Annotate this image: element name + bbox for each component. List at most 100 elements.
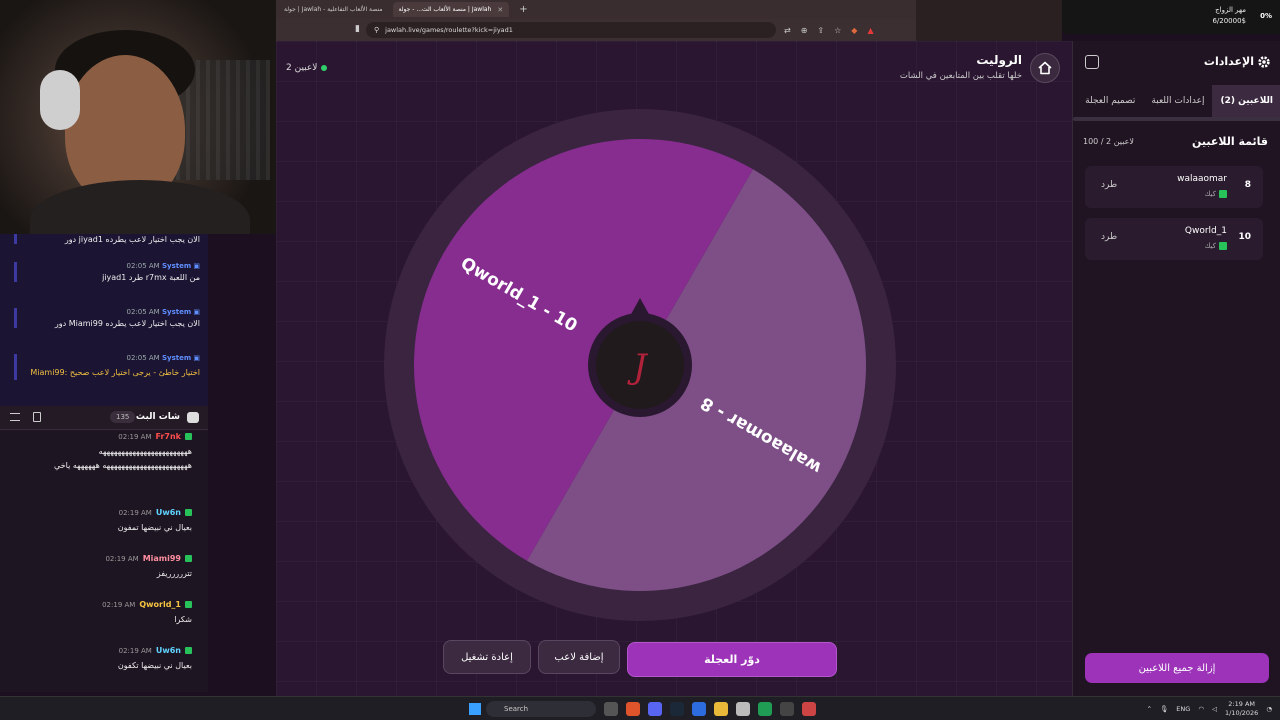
taskbar-search[interactable]: Search bbox=[486, 701, 596, 717]
page-subtitle: خلها تقلب بين المتابعين في الشات bbox=[899, 71, 1022, 81]
webcam-person-body bbox=[30, 180, 250, 234]
address-field[interactable]: ⚲ jawlah.live/games/roulette?kick=jiyad1 bbox=[366, 22, 776, 38]
app-icon[interactable] bbox=[692, 702, 706, 716]
message-user[interactable]: Miami99 bbox=[143, 554, 181, 563]
taskbar-apps bbox=[604, 702, 816, 716]
wheel-svg: walaaomar - 8Qworld_1 - 10 J bbox=[384, 109, 896, 621]
chat-message: 02:19 AM Fr7nk ههههههههههههههههههههههههه … bbox=[16, 432, 192, 473]
close-icon[interactable]: ✕ bbox=[497, 6, 503, 14]
bookmark-star-icon[interactable]: ☆ bbox=[834, 26, 841, 35]
kick-icon bbox=[185, 647, 192, 654]
share-icon[interactable]: ⇪ bbox=[817, 26, 824, 35]
spin-wheel-button[interactable]: دوّر العجلة bbox=[627, 642, 837, 677]
event-time: 02:05 AM bbox=[126, 262, 160, 270]
bookmark-icon[interactable]: ▮ bbox=[355, 24, 360, 34]
message-user[interactable]: Fr7nk bbox=[156, 432, 181, 441]
calculator-icon[interactable] bbox=[736, 702, 750, 716]
system-icon: ▣ bbox=[193, 308, 200, 316]
discord-icon[interactable] bbox=[648, 702, 662, 716]
message-text: بعيال ني نبيضها تكفون bbox=[117, 661, 192, 670]
clock-time: 2:19 AM bbox=[1228, 700, 1256, 708]
brave-shield-icon[interactable]: ◆ bbox=[851, 26, 857, 35]
player-card: 10 Qworld_1 كيك طرد bbox=[1085, 218, 1263, 260]
chat-message: 02:19 AM Qworld_1 شكرا bbox=[16, 600, 192, 627]
event-item: دور jiyad1 الان يجب اختيار لاعب يطرده bbox=[14, 234, 200, 244]
notification-icon[interactable]: ◔ bbox=[1266, 705, 1272, 713]
translate-icon[interactable]: ⇄ bbox=[784, 26, 791, 35]
kick-icon bbox=[185, 601, 192, 608]
home-icon bbox=[1038, 61, 1052, 75]
event-text: Miami99: اختيار خاطئ - يرجى اختيار لاعب … bbox=[30, 368, 200, 377]
app-icon[interactable] bbox=[780, 702, 794, 716]
online-players-text: 2 لاعبين bbox=[286, 63, 318, 73]
kick-icon bbox=[1219, 242, 1227, 250]
obs-icon[interactable] bbox=[802, 702, 816, 716]
chat-header: شات البث 135 bbox=[0, 406, 208, 430]
player-number: 8 bbox=[1244, 180, 1251, 190]
rewards-icon[interactable]: ▲ bbox=[867, 26, 873, 35]
kick-player-button[interactable]: طرد bbox=[1101, 232, 1117, 242]
site-info-icon[interactable]: ⚲ bbox=[374, 26, 379, 34]
event-sender: System bbox=[161, 354, 192, 362]
language-indicator[interactable]: ENG bbox=[1176, 705, 1190, 713]
tab-scrollbar[interactable] bbox=[1073, 117, 1280, 121]
message-user[interactable]: Qworld_1 bbox=[139, 600, 181, 609]
goal-percent: 0% bbox=[1260, 12, 1272, 20]
player-card: 8 walaaomar كيك طرد bbox=[1085, 166, 1263, 208]
roulette-wheel[interactable]: walaaomar - 8 Qworld_1 - 10 J bbox=[383, 108, 897, 622]
event-time: 02:05 AM bbox=[126, 354, 160, 362]
online-players-indicator: 2 لاعبين bbox=[286, 63, 328, 73]
settings-title: الإعدادات bbox=[1203, 55, 1254, 68]
browser-tab-active[interactable]: منصة الألعاب الت... - جولة | Jawlah ✕ bbox=[392, 2, 510, 17]
kick-icon bbox=[185, 555, 192, 562]
restart-button[interactable]: إعادة تشغيل bbox=[443, 640, 531, 674]
event-item: 02:05 AM System ▣ دور Miami99 الان يجب ا… bbox=[14, 308, 200, 328]
event-text: jiyad1 طرد r7mx من اللعبة bbox=[102, 273, 200, 282]
event-time: 02:05 AM bbox=[126, 308, 160, 316]
event-sender: System bbox=[161, 308, 192, 316]
browser-tab-label: جولة | Jawlah - منصة الألعاب التفاعلية bbox=[284, 6, 383, 13]
message-user[interactable]: Uw6n bbox=[156, 508, 181, 517]
new-tab-button[interactable]: + bbox=[513, 4, 533, 15]
player-name: walaaomar bbox=[1177, 174, 1227, 184]
chat-title: شات البث bbox=[135, 412, 180, 422]
message-time: 02:19 AM bbox=[118, 508, 152, 517]
goal-title: مهر الزواج bbox=[1215, 6, 1246, 14]
tab-players[interactable]: اللاعبين (2) bbox=[1212, 85, 1280, 117]
player-platform: كيك bbox=[1205, 190, 1227, 198]
platform-label: كيك bbox=[1204, 190, 1216, 198]
file-explorer-icon[interactable] bbox=[714, 702, 728, 716]
system-icon: ▣ bbox=[193, 262, 200, 270]
browser-tab[interactable]: جولة | Jawlah - منصة الألعاب التفاعلية bbox=[278, 2, 389, 17]
players-list-title: قائمة اللاعبين bbox=[1192, 135, 1268, 148]
mic-icon[interactable]: 🎙 bbox=[1160, 705, 1168, 713]
collapse-panel-icon[interactable] bbox=[1085, 55, 1099, 69]
menu-icon[interactable] bbox=[10, 413, 20, 421]
tab-game-settings[interactable]: إعدادات اللعبة bbox=[1143, 85, 1212, 117]
page-title: الروليت bbox=[976, 53, 1022, 67]
tab-wheel-design[interactable]: تصميم العجلة bbox=[1077, 85, 1143, 117]
chevron-up-icon[interactable]: ⌃ bbox=[1147, 705, 1152, 713]
trash-icon[interactable] bbox=[33, 412, 41, 422]
zoom-icon[interactable]: ⊕ bbox=[801, 26, 808, 35]
gear-icon bbox=[1258, 56, 1270, 68]
system-icon: ▣ bbox=[193, 354, 200, 362]
kick-player-button[interactable]: طرد bbox=[1101, 180, 1117, 190]
app-icon[interactable] bbox=[758, 702, 772, 716]
message-user[interactable]: Uw6n bbox=[156, 646, 181, 655]
volume-icon[interactable]: ◁ bbox=[1212, 705, 1217, 713]
windows-start-icon[interactable] bbox=[469, 703, 481, 715]
event-log: دور jiyad1 الان يجب اختيار لاعب يطرده 02… bbox=[0, 234, 208, 406]
message-text: شكرا bbox=[174, 615, 192, 624]
remove-all-players-button[interactable]: إزالة جميع اللاعبين bbox=[1085, 653, 1269, 683]
message-text: تتررررريفز bbox=[156, 569, 192, 578]
event-item: 02:05 AM System ▣ Miami99: اختيار خاطئ -… bbox=[14, 354, 200, 380]
home-button[interactable] bbox=[1030, 53, 1060, 83]
steam-icon[interactable] bbox=[670, 702, 684, 716]
settings-tabs: اللاعبين (2) إعدادات اللعبة تصميم العجلة bbox=[1073, 85, 1280, 117]
task-view-icon[interactable] bbox=[604, 702, 618, 716]
add-player-button[interactable]: إضافة لاعب bbox=[538, 640, 620, 674]
wifi-icon[interactable]: ◠ bbox=[1198, 705, 1204, 713]
clock[interactable]: 2:19 AM 1/10/2026 bbox=[1225, 700, 1258, 718]
brave-browser-icon[interactable] bbox=[626, 702, 640, 716]
